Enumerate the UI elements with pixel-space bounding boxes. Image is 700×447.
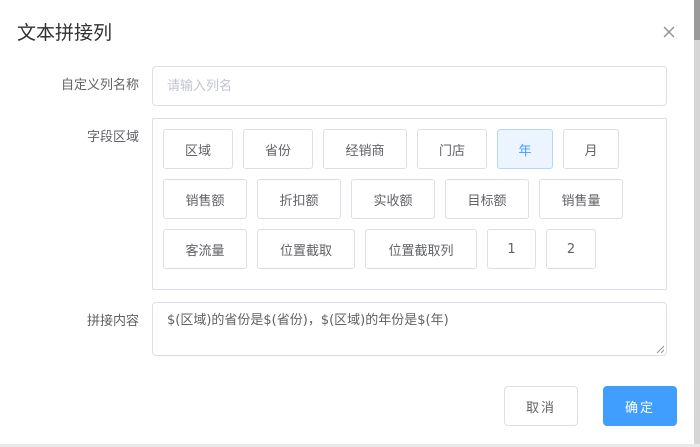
field-chip-target-amount[interactable]: 目标额 [445, 179, 529, 219]
field-chip-position-extract[interactable]: 位置截取 [257, 229, 355, 269]
scrollbar-thumb[interactable] [694, 0, 700, 40]
field-chip-sales-volume[interactable]: 销售量 [539, 179, 623, 219]
field-chip-2[interactable]: 2 [546, 229, 596, 269]
field-chip-discount-amount[interactable]: 折扣额 [257, 179, 341, 219]
window-edge [694, 0, 700, 447]
field-chip-month[interactable]: 月 [563, 129, 619, 169]
field-chip-dealer[interactable]: 经销商 [323, 129, 407, 169]
field-chip-year[interactable]: 年 [497, 129, 553, 169]
column-name-input[interactable] [152, 66, 667, 106]
field-chip-region[interactable]: 区域 [163, 129, 233, 169]
concat-content-textarea[interactable]: $(区域)的省份是$(省份)，$(区域)的年份是$(年) [152, 302, 667, 356]
field-chip-received-amount[interactable]: 实收额 [351, 179, 435, 219]
field-chip-sales-amount[interactable]: 销售额 [163, 179, 247, 219]
resize-grip-icon[interactable] [656, 345, 665, 354]
field-area-label: 字段区域 [86, 130, 139, 145]
cancel-button[interactable]: 取消 [504, 386, 578, 426]
text-concat-dialog: 文本拼接列 自定义列名称 字段区域 区域 省份 经销商 门店 年 月 销售额 折… [0, 0, 694, 444]
field-chip-province[interactable]: 省份 [243, 129, 313, 169]
close-icon[interactable] [659, 22, 679, 42]
dialog-title: 文本拼接列 [17, 22, 113, 44]
field-chip-position-extract-column[interactable]: 位置截取列 [365, 229, 477, 269]
concat-content-label: 拼接内容 [86, 314, 139, 329]
field-chip-1[interactable]: 1 [487, 229, 536, 269]
field-chip-customer-flow[interactable]: 客流量 [163, 229, 247, 269]
field-chip-store[interactable]: 门店 [417, 129, 487, 169]
column-name-label: 自定义列名称 [60, 78, 139, 93]
confirm-button[interactable]: 确定 [603, 386, 677, 426]
field-area: 区域 省份 经销商 门店 年 月 销售额 折扣额 实收额 目标额 销售量 客流量… [152, 118, 667, 290]
